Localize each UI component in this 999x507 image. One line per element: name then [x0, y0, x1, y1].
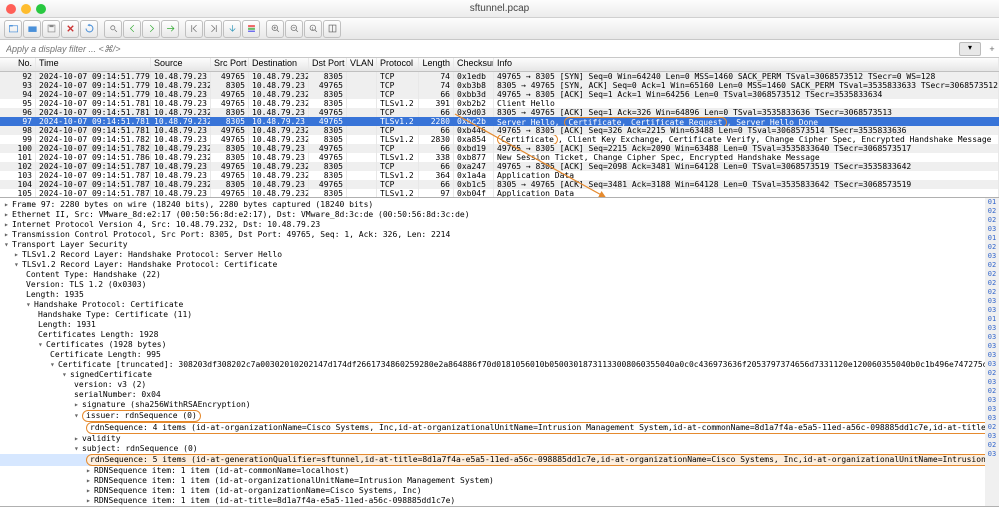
tree-validity[interactable]: validity: [0, 434, 999, 444]
minimize-icon[interactable]: [21, 4, 31, 14]
tree-frame[interactable]: Frame 97: 2280 bytes on wire (18240 bits…: [0, 200, 999, 210]
tree-certs[interactable]: Certificates (1928 bytes): [0, 340, 999, 350]
tree-issuer[interactable]: issuer: rdnSequence (0): [0, 410, 999, 422]
goto-button[interactable]: [161, 20, 179, 38]
reload-button[interactable]: [80, 20, 98, 38]
window-controls: [0, 4, 46, 14]
packet-row[interactable]: 1002024-10-07 09:14:51.78270010.48.79.23…: [0, 144, 999, 153]
tree-tls[interactable]: Transport Layer Security: [0, 240, 999, 250]
detail-ver[interactable]: Version: TLS 1.2 (0x0303): [0, 280, 999, 290]
packet-details[interactable]: Frame 97: 2280 bytes on wire (18240 bits…: [0, 198, 999, 507]
col-source[interactable]: Source: [151, 58, 211, 71]
col-dest[interactable]: Destination: [249, 58, 309, 71]
detail-htype[interactable]: Handshake Type: Certificate (11): [0, 310, 999, 320]
close-file-button[interactable]: [61, 20, 79, 38]
col-info[interactable]: Info: [494, 58, 999, 71]
col-vlan[interactable]: VLAN: [347, 58, 377, 71]
packet-list[interactable]: No. Time Source Src Port Destination Dst…: [0, 58, 999, 198]
open-folder-button[interactable]: [23, 20, 41, 38]
packet-row[interactable]: 1052024-10-07 09:14:51.78743410.48.79.23…: [0, 189, 999, 198]
packet-row[interactable]: 992024-10-07 09:14:51.78260110.48.79.234…: [0, 135, 999, 144]
col-time[interactable]: Time: [36, 58, 151, 71]
tree-rec1[interactable]: TLSv1.2 Record Layer: Handshake Protocol…: [0, 250, 999, 260]
first-button[interactable]: [185, 20, 203, 38]
col-srcport[interactable]: Src Port: [211, 58, 249, 71]
bytes-ruler: 0102020301020302020202030301030303030302…: [985, 198, 999, 506]
zoom-out-button[interactable]: [285, 20, 303, 38]
col-checksum[interactable]: Checksum: [454, 58, 494, 71]
tree-ip[interactable]: Internet Protocol Version 4, Src: 10.48.…: [0, 220, 999, 230]
colorize-button[interactable]: [242, 20, 260, 38]
save-button[interactable]: [42, 20, 60, 38]
add-filter-button[interactable]: +: [985, 44, 999, 54]
detail-len[interactable]: Length: 1935: [0, 290, 999, 300]
detail-clen[interactable]: Certificates Length: 1928: [0, 330, 999, 340]
filter-bar: ▾ +: [0, 40, 999, 58]
tree-cert-trunc[interactable]: Certificate [truncated]: 308203df308202c…: [0, 360, 999, 370]
detail-hlen[interactable]: Length: 1931: [0, 320, 999, 330]
packet-row[interactable]: 942024-10-07 09:14:51.77999810.48.79.234…: [0, 90, 999, 99]
packet-row[interactable]: 1042024-10-07 09:14:51.78731210.48.79.23…: [0, 180, 999, 189]
packet-row[interactable]: 982024-10-07 09:14:51.78180810.48.79.234…: [0, 126, 999, 135]
display-filter-input[interactable]: [0, 42, 959, 56]
detail-subject-seq[interactable]: rdnSequence: 5 items (id-at-generationQu…: [0, 454, 999, 466]
tree-signature[interactable]: signature (sha256WithRSAEncryption): [0, 400, 999, 410]
packet-row[interactable]: 962024-10-07 09:14:51.78126510.48.79.232…: [0, 108, 999, 117]
col-dstport[interactable]: Dst Port: [309, 58, 347, 71]
packet-row[interactable]: 1032024-10-07 09:14:51.78730310.48.79.23…: [0, 171, 999, 180]
col-proto[interactable]: Protocol: [377, 58, 419, 71]
zoom-icon[interactable]: [36, 4, 46, 14]
zoom-reset-button[interactable]: 1: [304, 20, 322, 38]
toolbar: 1: [0, 18, 999, 40]
tree-handshake[interactable]: Handshake Protocol: Certificate: [0, 300, 999, 310]
tree-signed-cert[interactable]: signedCertificate: [0, 370, 999, 380]
detail-v3[interactable]: version: v3 (2): [0, 380, 999, 390]
tree-tcp[interactable]: Transmission Control Protocol, Src Port:…: [0, 230, 999, 240]
detail-certlen[interactable]: Certificate Length: 995: [0, 350, 999, 360]
packet-row[interactable]: 1012024-10-07 09:14:51.78601510.48.79.23…: [0, 153, 999, 162]
tree-eth[interactable]: Ethernet II, Src: VMware_8d:e2:17 (00:50…: [0, 210, 999, 220]
packet-row[interactable]: 922024-10-07 09:14:51.77962410.48.79.234…: [0, 72, 999, 81]
detail-serial[interactable]: serialNumber: 0x04: [0, 390, 999, 400]
packet-list-header: No. Time Source Src Port Destination Dst…: [0, 58, 999, 72]
close-icon[interactable]: [6, 4, 16, 14]
detail-ctype[interactable]: Content Type: Handshake (22): [0, 270, 999, 280]
packet-row[interactable]: 932024-10-07 09:14:51.77969910.48.79.232…: [0, 81, 999, 90]
expression-button[interactable]: ▾: [959, 42, 981, 56]
packet-row[interactable]: 1022024-10-07 09:14:51.78716110.48.79.23…: [0, 162, 999, 171]
tree-rec2[interactable]: TLSv1.2 Record Layer: Handshake Protocol…: [0, 260, 999, 270]
tree-rdn3[interactable]: RDNSequence item: 1 item (id-at-organiza…: [0, 486, 999, 496]
packet-row[interactable]: 972024-10-07 09:14:51.78157410.48.79.232…: [0, 117, 999, 126]
last-button[interactable]: [204, 20, 222, 38]
packet-row[interactable]: 952024-10-07 09:14:51.78124510.48.79.234…: [0, 99, 999, 108]
col-no[interactable]: No.: [0, 58, 36, 71]
detail-issuer-seq[interactable]: rdnSequence: 4 items (id-at-organization…: [0, 422, 999, 434]
next-button[interactable]: [142, 20, 160, 38]
prev-button[interactable]: [123, 20, 141, 38]
tree-subject[interactable]: subject: rdnSequence (0): [0, 444, 999, 454]
tree-rdn1[interactable]: RDNSequence item: 1 item (id-at-commonNa…: [0, 466, 999, 476]
titlebar: sftunnel.pcap: [0, 0, 999, 18]
tree-rdn2[interactable]: RDNSequence item: 1 item (id-at-organiza…: [0, 476, 999, 486]
zoom-in-button[interactable]: [266, 20, 284, 38]
tree-rdn4[interactable]: RDNSequence item: 1 item (id-at-title=8d…: [0, 496, 999, 506]
resize-columns-button[interactable]: [323, 20, 341, 38]
col-length[interactable]: Length: [419, 58, 454, 71]
find-button[interactable]: [104, 20, 122, 38]
open-file-button[interactable]: [4, 20, 22, 38]
window-title: sftunnel.pcap: [470, 3, 530, 14]
autoscroll-button[interactable]: [223, 20, 241, 38]
